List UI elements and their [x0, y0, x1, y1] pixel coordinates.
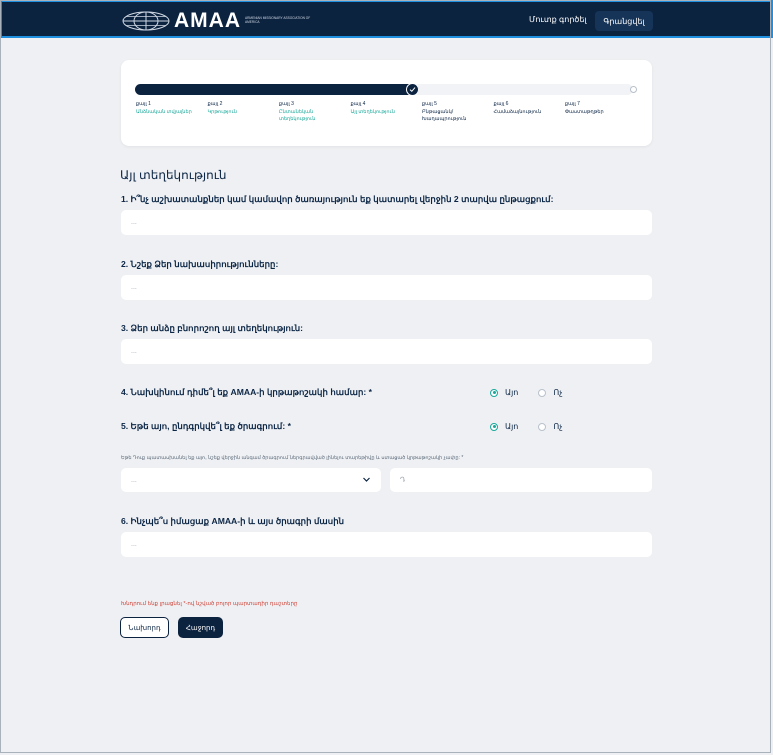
- site-header: AMAA ARMENIAN MISSIONARY ASSOCIATION OF …: [0, 0, 773, 38]
- step-number: քայլ 2: [207, 101, 223, 107]
- step-number: քայլ 5: [422, 101, 437, 107]
- select-value: ...: [131, 476, 137, 484]
- step-label: Անձնական տվյալներ: [136, 109, 192, 115]
- progress-step: քայլ 5 Բնթացանկ/ Խաղապրություն: [422, 101, 488, 123]
- question-4-radios: Այո Ոչ: [490, 388, 562, 397]
- checkmark-icon: [406, 83, 419, 96]
- progress-end-dot: [630, 86, 637, 93]
- globe-icon: [122, 11, 170, 31]
- step-number: քայլ 3: [279, 101, 294, 107]
- step-number: քայլ 7: [565, 101, 580, 107]
- progress-fill: [135, 84, 419, 95]
- radio-indicator[interactable]: [538, 388, 547, 397]
- chevron-down-icon: [363, 477, 370, 482]
- question-2-input[interactable]: ...: [121, 275, 652, 300]
- radio-label: Ոչ: [553, 388, 563, 397]
- logo-text: AMAA: [174, 9, 241, 32]
- step-label: Կրթություն: [207, 109, 237, 115]
- step-label: Ընտանեկան տեղեկություն: [279, 109, 316, 122]
- progress-step: քայլ 3 Ընտանեկան տեղեկություն: [279, 101, 345, 123]
- participation-select[interactable]: ...: [121, 468, 381, 492]
- question-1-label: 1. Ի՞նչ աշխատանքներ կամ կամավոր ծառայութ…: [121, 194, 554, 204]
- radio-yes-q4[interactable]: Այո: [490, 388, 518, 397]
- radio-label: Այո: [505, 422, 519, 431]
- progress-step: քայլ 4 Այլ տեղեկություն: [351, 101, 417, 116]
- radio-no-q5[interactable]: Ոչ: [538, 422, 562, 431]
- question-4-label: 4. Նախկինում դիմե՞լ եք AMAA-ի կրթաթոշակի…: [121, 387, 372, 397]
- question-1-input[interactable]: ...: [121, 210, 652, 235]
- register-button[interactable]: Գրանցվել: [595, 11, 653, 31]
- step-number: քայլ 4: [350, 101, 366, 107]
- question-5-label: 5. Եթե այո, ընդգրկվե՞լ եք ծրագրում: *: [121, 421, 291, 431]
- previous-button[interactable]: Նախորդ: [120, 617, 169, 638]
- participation-hint: Եթե Դուք պատասխանել եք այո, նշեք վերջին …: [121, 455, 464, 461]
- step-label: Համաձայնություն: [493, 109, 542, 115]
- next-button[interactable]: Հաջորդ: [178, 617, 223, 638]
- question-6-input[interactable]: ...: [121, 532, 652, 557]
- radio-label: Այո: [505, 388, 519, 397]
- progress-step: քայլ 1 Անձնական տվյալներ: [136, 101, 202, 116]
- question-6-label: 6. Ինչպե՞ս իմացաք AMAA-ի և այս ծրագրի մա…: [121, 516, 345, 526]
- radio-no-q4[interactable]: Ոչ: [538, 388, 562, 397]
- radio-indicator[interactable]: [538, 422, 547, 431]
- progress-step: քայլ 2 Կրթություն: [208, 101, 274, 116]
- radio-indicator[interactable]: [490, 388, 498, 397]
- amaa-logo[interactable]: AMAA ARMENIAN MISSIONARY ASSOCIATION OF …: [122, 9, 315, 32]
- radio-indicator[interactable]: [490, 422, 498, 431]
- question-3-input[interactable]: ...: [121, 339, 652, 364]
- required-fields-note: Խնդրում ենք լրացնել *-ով նշված բոլոր պար…: [121, 601, 298, 607]
- question-5-radios: Այո Ոչ: [490, 422, 562, 431]
- progress-bar: [135, 83, 637, 96]
- section-title: Այլ տեղեկություն: [120, 168, 227, 182]
- step-label: Փաստաթղթեր: [565, 109, 604, 115]
- question-3-label: 3. Ձեր անձը բնորոշող այլ տեղեկություն:: [121, 323, 304, 333]
- logo-subtitle: ARMENIAN MISSIONARY ASSOCIATION OF AMERI…: [245, 16, 311, 24]
- progress-step: քայլ 7 Փաստաթղթեր: [565, 101, 631, 116]
- step-number: քայլ 6: [493, 101, 509, 107]
- radio-label: Ոչ: [553, 422, 563, 431]
- step-label: Այլ տեղեկություն: [350, 109, 395, 115]
- step-label: Բնթացանկ/ Խաղապրություն: [422, 109, 467, 122]
- progress-card: քայլ 1 Անձնական տվյալներ քայլ 2 Կրթություն ք…: [121, 60, 652, 146]
- radio-yes-q5[interactable]: Այո: [490, 422, 518, 431]
- question-2-label: 2. Նշեք Ձեր նախասիրությունները:: [121, 259, 279, 269]
- login-link[interactable]: Մուտք գործել: [529, 15, 587, 24]
- scholarship-year-input[interactable]: Դ: [390, 468, 652, 492]
- step-number: քայլ 1: [136, 101, 151, 107]
- progress-step: քայլ 6 Համաձայնություն: [494, 101, 560, 116]
